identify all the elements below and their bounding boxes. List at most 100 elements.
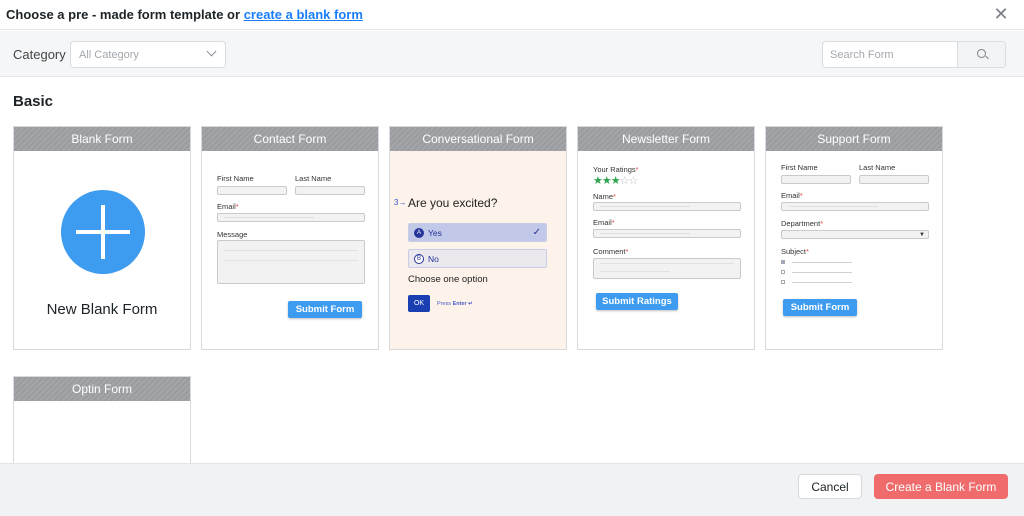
- field-label-email: Email*: [593, 218, 615, 227]
- option-line: [792, 282, 852, 283]
- card-preview: 3→ Are you excited? A Yes ✓ B No Choose …: [390, 151, 566, 349]
- plus-circle-icon: [61, 190, 145, 274]
- option-key: B: [414, 254, 424, 264]
- field-label-text: Comment: [593, 247, 626, 256]
- star-empty-icon: ☆: [619, 175, 630, 187]
- search-input[interactable]: [823, 42, 958, 67]
- ok-button: OK: [408, 295, 430, 312]
- enter-key-text: Enter ↵: [452, 301, 473, 307]
- checkbox-icon: [781, 260, 785, 264]
- field-label-email: Email*: [217, 202, 239, 211]
- template-card-newsletter-form[interactable]: Newsletter Form Your Ratings* ★★★☆☆ Name…: [577, 126, 755, 350]
- field-label-department: Department*: [781, 219, 823, 228]
- search-button[interactable]: [957, 42, 1005, 67]
- submit-ratings-button: Submit Ratings: [596, 293, 678, 310]
- field-label-name: Name*: [593, 192, 616, 201]
- card-title: Support Form: [766, 127, 942, 151]
- preview-textarea: [593, 258, 741, 279]
- placeholder-line: [600, 263, 734, 264]
- preview-input: [781, 175, 851, 184]
- required-mark: *: [613, 192, 616, 201]
- modal-title: Choose a pre - made form template or cre…: [6, 7, 363, 22]
- placeholder-line: [600, 271, 670, 272]
- field-label-last-name: Last Name: [859, 163, 896, 172]
- modal-header: Choose a pre - made form template or cre…: [0, 0, 1024, 30]
- category-select[interactable]: All Category: [70, 41, 226, 68]
- template-card-support-form[interactable]: Support Form First Name Last Name Email*…: [765, 126, 943, 350]
- template-card-conversational-form[interactable]: Conversational Form 3→ Are you excited? …: [389, 126, 567, 350]
- close-icon[interactable]: ✕: [992, 5, 1010, 23]
- star-rating: ★★★☆☆: [593, 174, 639, 187]
- modal-footer: Cancel Create a Blank Form: [0, 463, 1024, 516]
- required-mark: *: [799, 191, 803, 200]
- question-text: Are you excited?: [408, 196, 498, 210]
- field-label-text: Name: [593, 192, 614, 201]
- placeholder-line: [600, 233, 690, 234]
- required-mark: *: [635, 165, 639, 174]
- star-filled-icon: ★: [610, 175, 621, 187]
- card-title: Contact Form: [202, 127, 378, 151]
- card-title: Optin Form: [14, 377, 190, 401]
- option-key: A: [414, 228, 424, 238]
- star-empty-icon: ☆: [628, 175, 639, 187]
- card-preview: New Blank Form: [14, 151, 190, 349]
- question-number: 3→: [394, 198, 407, 207]
- option-line: [792, 272, 852, 273]
- section-title: Basic: [13, 93, 54, 110]
- field-label-first-name: First Name: [217, 174, 254, 183]
- modal-title-text: Choose a pre - made form template or: [6, 7, 241, 22]
- card-title: Newsletter Form: [578, 127, 754, 151]
- preview-select: ▼: [781, 230, 929, 239]
- placeholder-line: [788, 206, 878, 207]
- preview-input: [859, 175, 929, 184]
- required-mark: *: [611, 218, 615, 227]
- field-label-first-name: First Name: [781, 163, 818, 172]
- preview-input: [217, 186, 287, 195]
- create-blank-form-link[interactable]: create a blank form: [244, 7, 363, 22]
- submit-form-button: Submit Form: [288, 301, 362, 318]
- category-label: Category: [13, 47, 66, 62]
- field-label-ratings: Your Ratings*: [593, 165, 639, 174]
- field-label-text: Your Ratings: [593, 165, 636, 174]
- option-label: Yes: [428, 228, 442, 238]
- option-no: B No: [408, 249, 547, 268]
- choose-hint: Choose one option: [408, 274, 488, 285]
- filter-bar: Category All Category: [0, 31, 1024, 77]
- press-enter-hint: Press Enter ↵: [437, 301, 473, 307]
- card-preview: First Name Last Name Email* Message Subm…: [202, 151, 378, 349]
- placeholder-line: [224, 260, 358, 261]
- option-label: No: [428, 254, 439, 264]
- star-filled-icon: ★: [593, 175, 603, 187]
- field-label-last-name: Last Name: [295, 174, 332, 183]
- checkbox-icon: [781, 280, 785, 284]
- chevron-down-icon: [206, 46, 217, 57]
- field-label-text: Email: [781, 191, 800, 200]
- card-preview: Your Ratings* ★★★☆☆ Name* Email* Comment…: [578, 151, 754, 349]
- preview-input: [593, 229, 741, 238]
- card-preview: First Name Last Name Email* Department* …: [766, 151, 942, 349]
- preview-textarea: [217, 240, 365, 284]
- required-mark: *: [625, 247, 629, 256]
- template-card-contact-form[interactable]: Contact Form First Name Last Name Email*…: [201, 126, 379, 350]
- new-blank-form-label: New Blank Form: [46, 301, 158, 318]
- cancel-button[interactable]: Cancel: [798, 474, 862, 499]
- field-label-message: Message: [217, 230, 248, 239]
- create-blank-form-button[interactable]: Create a Blank Form: [874, 474, 1008, 499]
- field-label-text: Subject: [781, 247, 807, 256]
- preview-input: [593, 202, 741, 211]
- field-label-text: Email: [217, 202, 236, 211]
- preview-input: [781, 202, 929, 211]
- search-box: [822, 41, 1006, 68]
- placeholder-line: [224, 250, 358, 251]
- template-card-blank-form[interactable]: Blank Form New Blank Form: [13, 126, 191, 350]
- field-label-email: Email*: [781, 191, 803, 200]
- card-title: Blank Form: [14, 127, 190, 151]
- required-mark: *: [235, 202, 239, 211]
- template-card-optin-form[interactable]: Optin Form: [13, 376, 191, 464]
- star-filled-icon: ★: [601, 175, 612, 187]
- submit-form-button: Submit Form: [783, 299, 857, 316]
- required-mark: *: [820, 219, 824, 228]
- preview-input: [217, 213, 365, 222]
- category-select-value: All Category: [79, 49, 139, 61]
- field-label-comment: Comment*: [593, 247, 628, 256]
